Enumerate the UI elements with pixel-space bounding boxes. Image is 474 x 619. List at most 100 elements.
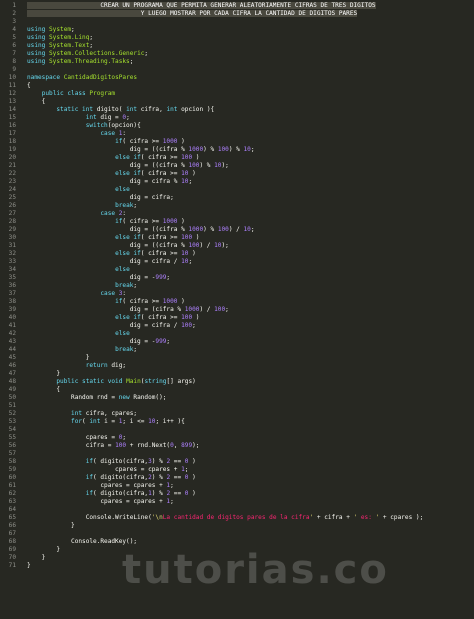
- code-line[interactable]: 20 else if( cifra >= 100 ): [0, 154, 474, 162]
- code-token: ( cifra >=: [140, 314, 182, 321]
- code-line[interactable]: 15 int dig = 0;: [0, 114, 474, 122]
- code-line[interactable]: 28 if( cifra >= 1000 ): [0, 218, 474, 226]
- line-number: 70: [8, 554, 16, 561]
- code-line[interactable]: 30 else if( cifra >= 100 ): [0, 234, 474, 242]
- code-line[interactable]: 65 Console.WriteLine('\nLa cantidad de d…: [0, 514, 474, 522]
- code-token: [] args): [166, 378, 196, 385]
- code-line[interactable]: 26 break;: [0, 202, 474, 210]
- code-line[interactable]: 67: [0, 530, 474, 538]
- code-line[interactable]: 37 case 3:: [0, 290, 474, 298]
- code-line[interactable]: 13 {: [0, 98, 474, 106]
- code-line[interactable]: 68 Console.ReadKey();: [0, 538, 474, 546]
- code-editor[interactable]: 1 CREAR UN PROGRAMA QUE PERMITA GENERAR …: [0, 2, 474, 582]
- code-line[interactable]: 22 else if( cifra >= 10 ): [0, 170, 474, 178]
- code-line[interactable]: 5 using System.Linq;: [0, 34, 474, 42]
- code-line[interactable]: 51: [0, 402, 474, 410]
- code-line[interactable]: 4 using System;: [0, 26, 474, 34]
- line-number: 54: [8, 426, 16, 433]
- code-line[interactable]: 14 static int digito( int cifra, int opc…: [0, 106, 474, 114]
- code-line[interactable]: 7 using System.Collections.Generic;: [0, 50, 474, 58]
- code-line[interactable]: 44 break;: [0, 346, 474, 354]
- code-text: else: [27, 266, 130, 274]
- code-line[interactable]: 61 cpares = cpares + 1;: [0, 482, 474, 490]
- code-token: 1000: [162, 298, 178, 305]
- code-line[interactable]: 12 public class Program: [0, 90, 474, 98]
- code-token: cpares = cpares +: [27, 498, 167, 505]
- code-line[interactable]: 10 namespace CantidadDigitosPares: [0, 74, 474, 82]
- code-line[interactable]: 66 }: [0, 522, 474, 530]
- code-line[interactable]: 46 return dig;: [0, 362, 474, 370]
- code-line[interactable]: 39 dig = (cifra % 1000) / 100;: [0, 306, 474, 314]
- code-line[interactable]: 64: [0, 506, 474, 514]
- code-line[interactable]: 62 if( digito(cifra,1) % 2 == 0 ): [0, 490, 474, 498]
- code-line[interactable]: 6 using System.Text;: [0, 42, 474, 50]
- code-line[interactable]: 11 {: [0, 82, 474, 90]
- code-line[interactable]: 1 CREAR UN PROGRAMA QUE PERMITA GENERAR …: [0, 2, 474, 10]
- code-token: public class: [41, 90, 86, 97]
- code-line[interactable]: 55 cpares = 0;: [0, 434, 474, 442]
- code-line[interactable]: 52 int cifra, cpares;: [0, 410, 474, 418]
- code-line[interactable]: 16 switch(opcion){: [0, 122, 474, 130]
- code-line[interactable]: 40 else if( cifra >= 100 ): [0, 314, 474, 322]
- code-line[interactable]: 19 dig = ((cifra % 1000) % 100) % 10;: [0, 146, 474, 154]
- code-line[interactable]: 43 dig = -999;: [0, 338, 474, 346]
- code-text: int dig = 0;: [27, 114, 130, 122]
- code-line[interactable]: 34 else: [0, 266, 474, 274]
- code-token: ( digito(cifra,: [93, 474, 149, 481]
- code-token: 999: [155, 274, 167, 281]
- code-line[interactable]: 33 dig = cifra / 10;: [0, 258, 474, 266]
- code-line[interactable]: 45 }: [0, 354, 474, 362]
- code-line[interactable]: 27 case 2:: [0, 210, 474, 218]
- code-line[interactable]: 24 else: [0, 186, 474, 194]
- code-line[interactable]: 56 cifra = 100 + rnd.Next(0, 899);: [0, 442, 474, 450]
- line-number: 13: [8, 98, 16, 105]
- code-line[interactable]: 57: [0, 450, 474, 458]
- code-line[interactable]: 32 else if( cifra >= 10 ): [0, 250, 474, 258]
- code-line[interactable]: 53 for( int i = 1; i <= 10; i++ ){: [0, 418, 474, 426]
- code-token: dig = ((cifra %: [27, 242, 189, 249]
- code-line[interactable]: 25 dig = cifra;: [0, 194, 474, 202]
- code-token: System.Text: [49, 42, 90, 49]
- code-line[interactable]: 48 public static void Main(string[] args…: [0, 378, 474, 386]
- code-token: else if: [115, 250, 141, 257]
- code-line[interactable]: 35 dig = -999;: [0, 274, 474, 282]
- line-number: 41: [8, 322, 16, 329]
- code-line[interactable]: 42 else: [0, 330, 474, 338]
- code-token: switch: [85, 122, 108, 129]
- code-line[interactable]: 60 if( digito(cifra,2) % 2 == 0 ): [0, 474, 474, 482]
- code-text: namespace CantidadDigitosPares: [27, 74, 137, 82]
- code-line[interactable]: 54: [0, 426, 474, 434]
- code-line[interactable]: 21 dig = ((cifra % 100) % 10);: [0, 162, 474, 170]
- code-line[interactable]: 8 using System.Threading.Tasks;: [0, 58, 474, 66]
- code-line[interactable]: 9: [0, 66, 474, 74]
- code-line[interactable]: 17 case 1:: [0, 130, 474, 138]
- line-number: 43: [8, 338, 16, 345]
- code-line[interactable]: 59 cpares = cpares + 1;: [0, 466, 474, 474]
- code-line[interactable]: 63 cpares = cpares + 1;: [0, 498, 474, 506]
- code-token: es:: [360, 514, 376, 521]
- code-line[interactable]: 31 dig = ((cifra % 100) / 10);: [0, 242, 474, 250]
- code-line[interactable]: 47 }: [0, 370, 474, 378]
- code-line[interactable]: 3: [0, 18, 474, 26]
- code-line[interactable]: 23 dig = cifra % 10;: [0, 178, 474, 186]
- code-token: ): [188, 250, 196, 257]
- code-line[interactable]: 50 Random rnd = new Random();: [0, 394, 474, 402]
- code-line[interactable]: 36 break;: [0, 282, 474, 290]
- code-line[interactable]: 29 dig = ((cifra % 1000) % 100) / 10;: [0, 226, 474, 234]
- code-token: using: [27, 34, 46, 41]
- code-text: cpares = cpares + 1;: [27, 482, 173, 490]
- line-number: 63: [8, 498, 16, 505]
- code-line[interactable]: 41 dig = cifra / 100;: [0, 322, 474, 330]
- code-token: Random rnd =: [27, 394, 119, 401]
- code-line[interactable]: 38 if( cifra >= 1000 ): [0, 298, 474, 306]
- code-token: break: [115, 346, 134, 353]
- code-line[interactable]: 2 Y LUEGO MOSTRAR POR CADA CIFRA LA CANT…: [0, 10, 474, 18]
- code-token: 100: [181, 314, 193, 321]
- code-line[interactable]: 58 if( digito(cifra,3) % 2 == 0 ): [0, 458, 474, 466]
- code-token: ): [177, 218, 185, 225]
- code-line[interactable]: 18 if( cifra >= 1000 ): [0, 138, 474, 146]
- code-line[interactable]: 49 {: [0, 386, 474, 394]
